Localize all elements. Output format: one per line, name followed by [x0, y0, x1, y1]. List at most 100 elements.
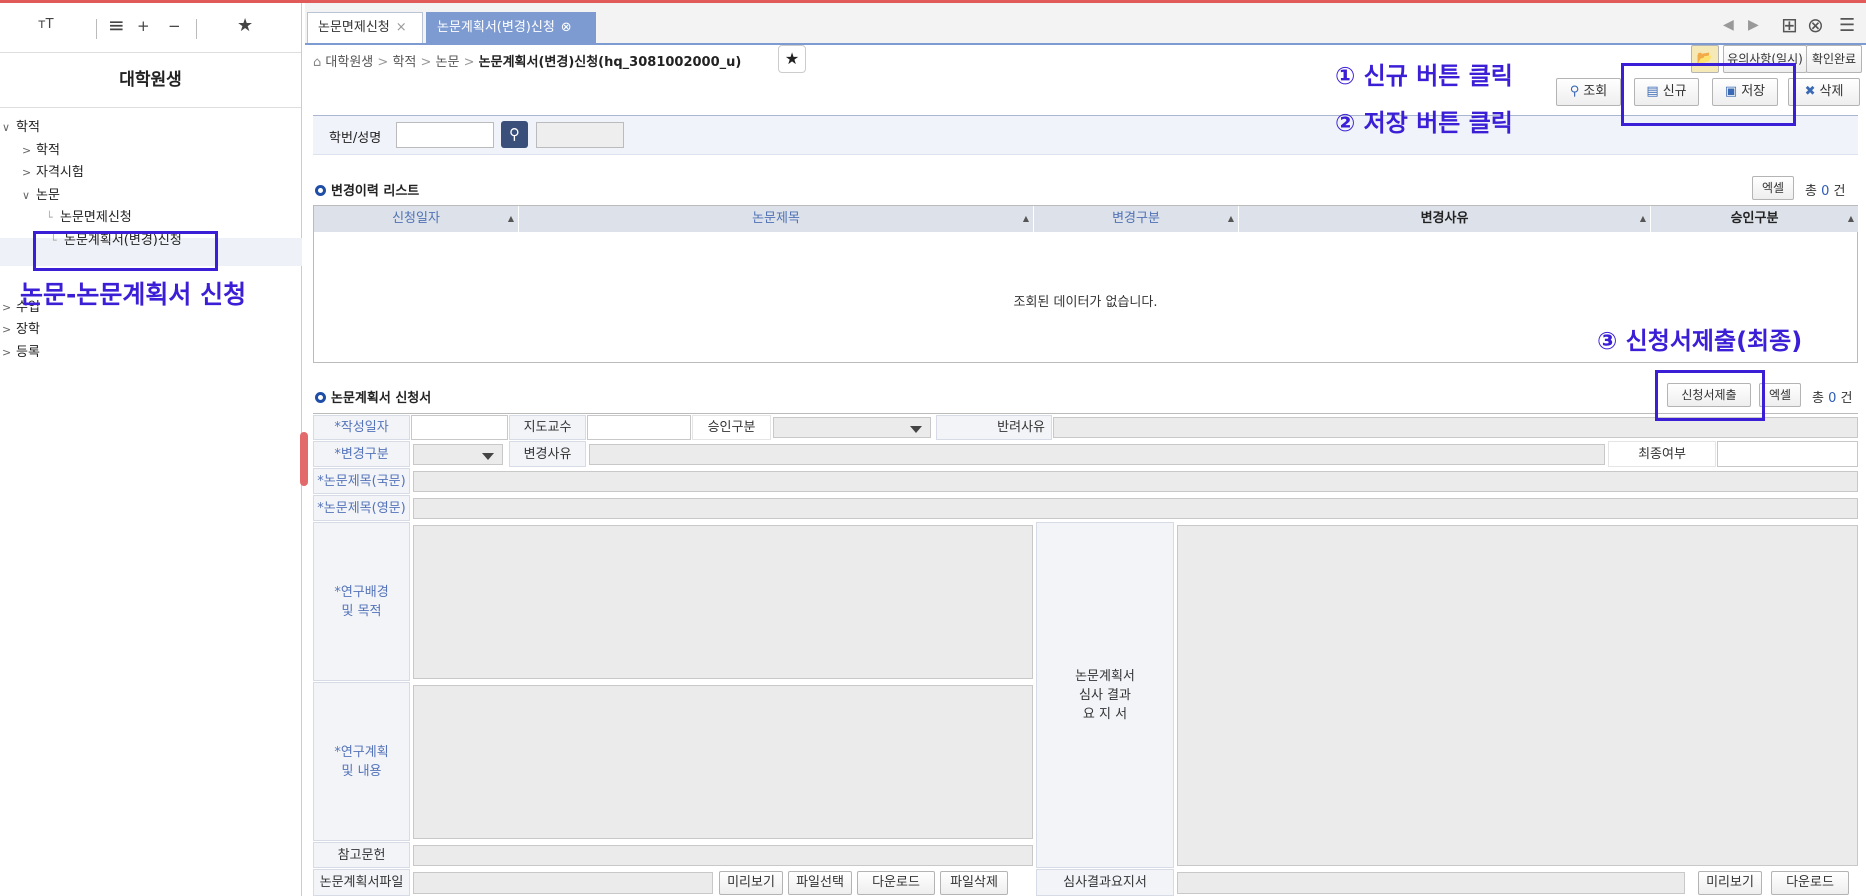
column-header-title[interactable]: 논문제목 ▲	[519, 206, 1034, 232]
references-field[interactable]	[413, 845, 1033, 866]
title-ko-field[interactable]	[413, 471, 1858, 492]
tab-thesis-plan[interactable]: 논문계획서(변경)신청 ⊗	[426, 12, 596, 43]
column-header-approval[interactable]: 승인구분 ▲	[1651, 206, 1859, 232]
tab-thesis-exempt[interactable]: 논문면제신청 ×	[307, 12, 423, 43]
sort-icon[interactable]: ▲	[1023, 206, 1029, 232]
close-all-icon[interactable]: ⊗	[1807, 13, 1824, 37]
tree-item-label: 학적	[36, 143, 60, 158]
plan-file-select-button[interactable]: 파일선택	[788, 871, 852, 895]
header-label: 논문제목	[752, 211, 800, 226]
title-ko-label: *논문제목(국문)	[313, 468, 410, 494]
column-header-date[interactable]: 신청일자 ▲	[314, 206, 519, 232]
collapse-icon[interactable]: −	[168, 17, 181, 35]
tree-item-hakjeok-sub[interactable]: > 학적	[22, 139, 60, 158]
expand-icon[interactable]: +	[137, 17, 150, 35]
next-tab-icon[interactable]: ▶	[1748, 17, 1759, 33]
breadcrumb-separator: >	[420, 55, 432, 70]
tree-line-icon: └	[46, 211, 53, 224]
column-header-change-reason[interactable]: 변경사유 ▲	[1239, 206, 1651, 232]
home-icon: ⌂	[313, 55, 322, 70]
search-icon: ⚲	[1569, 84, 1580, 99]
column-header-change-type[interactable]: 변경구분 ▲	[1034, 206, 1239, 232]
plan-file-download-button[interactable]: 다운로드	[857, 871, 935, 895]
close-icon[interactable]: ⊗	[561, 13, 572, 43]
sort-icon[interactable]: ▲	[1848, 206, 1854, 232]
breadcrumb-item: 학적	[392, 55, 417, 70]
breadcrumb: ⌂ 대학원생 > 학적 > 논문 > 논문계획서(변경)신청(hq_308100…	[313, 51, 741, 70]
count-prefix: 총	[1805, 184, 1817, 199]
left-panel: ᴛT ≡ + − ★ 대학원생 ∨ 학적 > 학적 > 자격시험 ∨ 논문 └ 논문면제신…	[0, 3, 302, 896]
search-icon[interactable]: ⚲	[501, 121, 528, 148]
annotation-step1: ① 신규 버튼 클릭	[1335, 62, 1513, 90]
tree-item-thesis-exempt[interactable]: └ 논문면제신청	[46, 206, 132, 225]
approval-label: 승인구분	[692, 415, 771, 440]
tree-item-hakjeok[interactable]: ∨ 학적	[2, 116, 40, 135]
star-icon[interactable]: ★	[237, 15, 253, 36]
tree-item-label: 자격시험	[36, 165, 84, 180]
change-reason-field[interactable]	[589, 444, 1605, 465]
button-label: 삭제	[1819, 84, 1844, 99]
tree-item-thesis[interactable]: ∨ 논문	[22, 184, 60, 203]
final-label: 최종여부	[1608, 441, 1716, 467]
tree-item-registration[interactable]: > 등록	[2, 341, 40, 360]
background-textarea[interactable]	[413, 525, 1033, 679]
confirm-button[interactable]: 확인완료	[1806, 45, 1862, 73]
change-type-select[interactable]	[413, 444, 503, 465]
label-line: 심사 결과	[1079, 687, 1131, 703]
tree-item-exam[interactable]: > 자격시험	[22, 161, 84, 180]
plan-file-delete-button[interactable]: 파일삭제	[940, 871, 1008, 895]
label-line: *연구계획	[334, 744, 389, 760]
history-excel-button[interactable]: 엑셀	[1752, 176, 1794, 200]
count-value: 0	[1828, 391, 1837, 406]
application-form: *작성일자 지도교수 승인구분 반려사유 *변경구분 변경사유 최종여부 *논문…	[313, 413, 1858, 896]
sort-icon[interactable]: ▲	[508, 206, 514, 232]
write-date-field[interactable]	[411, 415, 508, 440]
tab-label: 논문면제신청	[318, 20, 390, 35]
change-reason-label: 변경사유	[509, 441, 586, 467]
title-en-field[interactable]	[413, 498, 1858, 519]
tree-item-scholarship[interactable]: > 장학	[2, 318, 40, 337]
menu-icon[interactable]: ≡	[108, 13, 125, 37]
delete-button[interactable]: ✖ 삭제	[1788, 78, 1860, 106]
favorite-star-button[interactable]: ★	[778, 45, 806, 73]
label-line: *연구배경	[334, 584, 389, 600]
annotation-box-buttons	[1621, 63, 1796, 126]
application-excel-button[interactable]: 엑셀	[1759, 383, 1801, 407]
label-line: 요 지 서	[1082, 706, 1128, 722]
annotation-menu: 논문-논문계획서 신청	[20, 280, 247, 309]
delete-icon: ✖	[1804, 84, 1816, 99]
add-tab-icon[interactable]: ⊞	[1781, 13, 1798, 37]
sort-icon[interactable]: ▲	[1228, 206, 1234, 232]
final-field	[1717, 441, 1858, 467]
review-file-label: 심사결과요지서	[1036, 869, 1174, 896]
main-panel: 논문면제신청 × 논문계획서(변경)신청 ⊗ ◀ ▶ ⊞ ⊗ ☰ ⌂ 대학원생 > …	[305, 3, 1866, 896]
chevron-right-icon: >	[22, 166, 32, 179]
font-size-icon[interactable]: ᴛT	[38, 17, 54, 32]
application-section-title: 논문계획서 신청서	[315, 387, 431, 406]
tab-label: 논문계획서(변경)신청	[437, 20, 555, 35]
sort-icon[interactable]: ▲	[1640, 206, 1646, 232]
chevron-right-icon: >	[2, 323, 12, 336]
close-icon[interactable]: ×	[396, 13, 407, 43]
tree-item-label: 장학	[16, 322, 40, 337]
label-line: 및 내용	[341, 763, 382, 779]
plan-textarea[interactable]	[413, 685, 1033, 839]
advisor-field[interactable]	[587, 415, 691, 440]
student-id-input[interactable]	[396, 122, 494, 148]
review-file-field	[1177, 872, 1685, 894]
prev-tab-icon[interactable]: ◀	[1723, 17, 1734, 33]
tab-menu-icon[interactable]: ☰	[1839, 15, 1855, 36]
search-button[interactable]: ⚲ 조회	[1556, 78, 1621, 106]
header-label: 변경사유	[1420, 211, 1469, 226]
label-line: 논문계획서	[1075, 668, 1135, 684]
tab-bar: 논문면제신청 × 논문계획서(변경)신청 ⊗ ◀ ▶ ⊞ ⊗ ☰	[305, 3, 1866, 45]
chevron-right-icon: >	[2, 346, 12, 359]
review-file-download-button[interactable]: 다운로드	[1771, 871, 1849, 895]
application-count: 총 0 건	[1812, 387, 1853, 406]
divider	[96, 19, 97, 39]
annotation-step3: ③ 신청서제출(최종)	[1597, 327, 1803, 355]
label-line: 및 목적	[341, 603, 382, 619]
title-en-label: *논문제목(영문)	[313, 495, 410, 521]
plan-file-preview-button[interactable]: 미리보기	[719, 871, 783, 895]
review-file-preview-button[interactable]: 미리보기	[1698, 871, 1762, 895]
